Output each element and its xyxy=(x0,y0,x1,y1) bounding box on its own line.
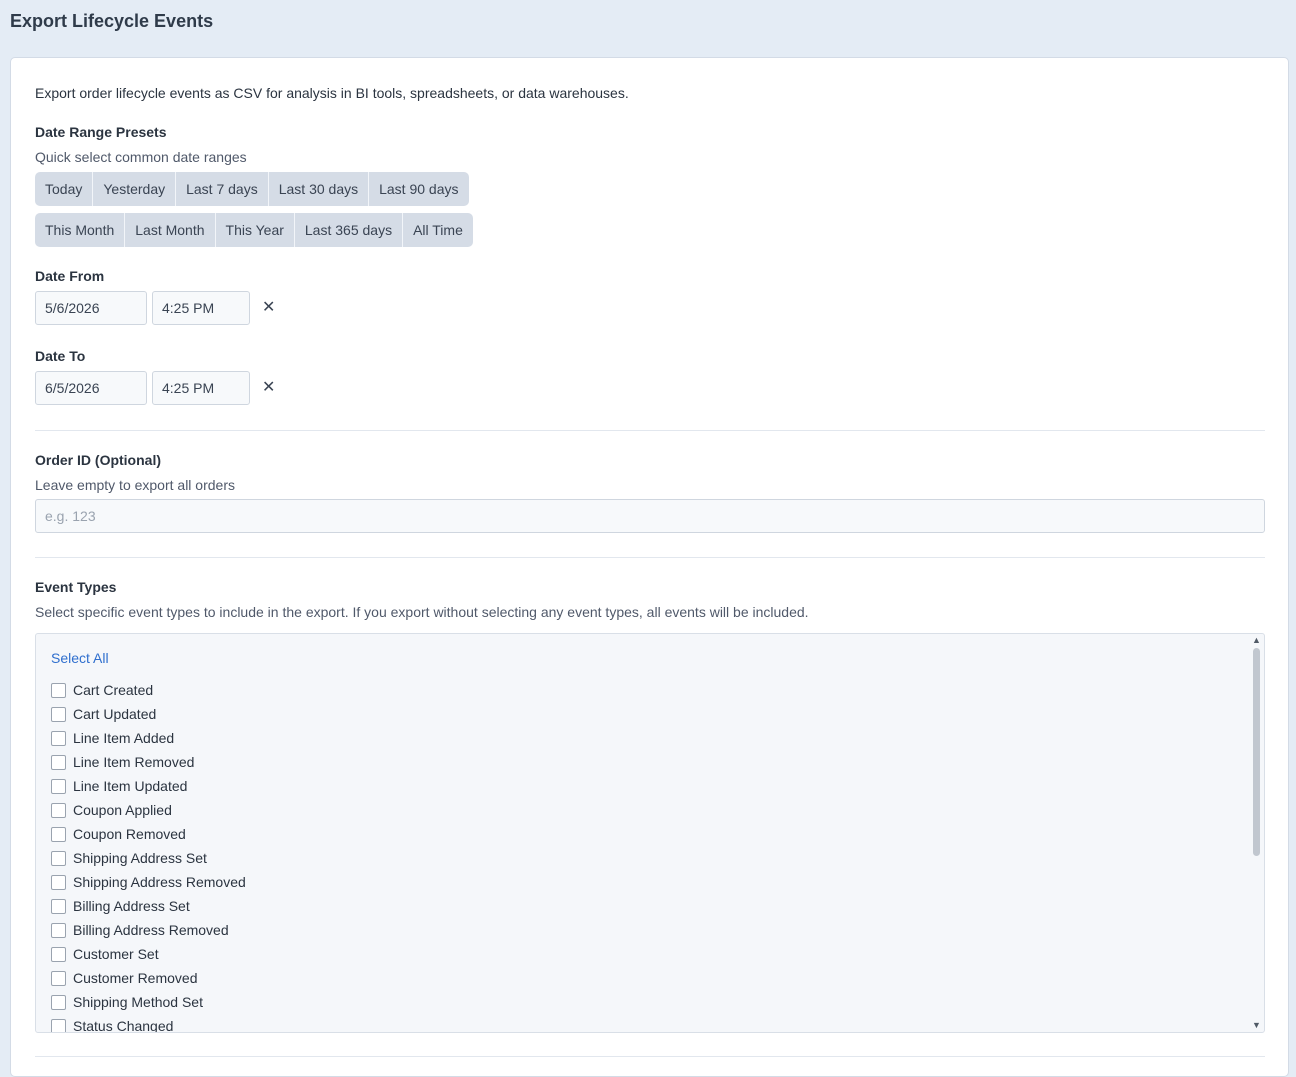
event-type-label: Shipping Address Set xyxy=(73,850,207,866)
order-id-label: Order ID (Optional) xyxy=(35,452,161,468)
date-to-group: Date To 6/5/2026 4:25 PM ✕ xyxy=(35,348,275,405)
date-from-time-input[interactable]: 4:25 PM xyxy=(152,291,250,325)
event-type-item[interactable]: Line Item Added xyxy=(51,726,246,750)
preset-last-month-button[interactable]: Last Month xyxy=(125,213,216,247)
event-types-help: Select specific event types to include i… xyxy=(35,604,809,620)
event-type-item[interactable]: Coupon Applied xyxy=(51,798,246,822)
event-type-checkbox[interactable] xyxy=(51,922,66,938)
event-types-group: Event Types Select specific event types … xyxy=(35,579,1265,1033)
scroll-thumb[interactable] xyxy=(1253,648,1260,856)
event-type-checkbox[interactable] xyxy=(51,682,66,698)
order-id-help: Leave empty to export all orders xyxy=(35,477,235,493)
event-type-item[interactable]: Billing Address Removed xyxy=(51,918,246,942)
event-type-checkbox[interactable] xyxy=(51,898,66,914)
event-type-label: Customer Set xyxy=(73,946,159,962)
event-type-item[interactable]: Status Changed xyxy=(51,1014,246,1033)
select-all-link[interactable]: Select All xyxy=(51,650,109,666)
preset-yesterday-button[interactable]: Yesterday xyxy=(93,172,177,206)
event-type-checkbox[interactable] xyxy=(51,730,66,746)
event-type-label: Line Item Removed xyxy=(73,754,195,770)
event-type-label: Line Item Added xyxy=(73,730,175,746)
event-type-checkbox[interactable] xyxy=(51,874,66,890)
event-type-item[interactable]: Cart Updated xyxy=(51,702,246,726)
date-range-presets: Date Range Presets Quick select common d… xyxy=(35,124,635,254)
event-type-item[interactable]: Billing Address Set xyxy=(51,894,246,918)
section-divider xyxy=(35,557,1265,558)
event-type-label: Shipping Method Set xyxy=(73,994,203,1010)
event-types-list[interactable]: Select All Cart Created Cart Updated Line … xyxy=(35,633,1265,1033)
preset-last-365-days-button[interactable]: Last 365 days xyxy=(294,213,404,247)
event-type-label: Billing Address Removed xyxy=(73,922,229,938)
date-to-time-input[interactable]: 4:25 PM xyxy=(152,371,250,405)
event-type-label: Line Item Updated xyxy=(73,778,188,794)
event-type-item[interactable]: Shipping Address Removed xyxy=(51,870,246,894)
preset-last-7-days-button[interactable]: Last 7 days xyxy=(176,172,269,206)
section-divider xyxy=(35,430,1265,431)
event-type-checkbox[interactable] xyxy=(51,826,66,842)
event-type-label: Status Changed xyxy=(73,1018,174,1033)
event-type-label: Coupon Applied xyxy=(73,802,172,818)
preset-this-year-button[interactable]: This Year xyxy=(215,213,295,247)
scroll-up-icon[interactable]: ▲ xyxy=(1252,636,1261,645)
event-type-item[interactable]: Line Item Updated xyxy=(51,774,246,798)
preset-last-90-days-button[interactable]: Last 90 days xyxy=(369,172,469,206)
page-title: Export Lifecycle Events xyxy=(10,11,214,31)
order-id-group: Order ID (Optional) Leave empty to expor… xyxy=(35,452,1265,533)
event-type-label: Shipping Address Removed xyxy=(73,874,246,890)
event-type-checkbox[interactable] xyxy=(51,754,66,770)
event-type-checkbox[interactable] xyxy=(51,946,66,962)
event-type-item[interactable]: Shipping Address Set xyxy=(51,846,246,870)
preset-row-1: Today Yesterday Last 7 days Last 30 days… xyxy=(35,172,469,206)
date-from-group: Date From 5/6/2026 4:25 PM ✕ xyxy=(35,268,275,325)
event-type-checkbox[interactable] xyxy=(51,994,66,1010)
event-type-checkbox[interactable] xyxy=(51,778,66,794)
event-type-item[interactable]: Cart Created xyxy=(51,678,246,702)
event-type-checkbox[interactable] xyxy=(51,850,66,866)
event-type-label: Cart Created xyxy=(73,682,154,698)
presets-label: Date Range Presets xyxy=(35,124,167,140)
preset-last-30-days-button[interactable]: Last 30 days xyxy=(268,172,370,206)
event-type-checkbox[interactable] xyxy=(51,706,66,722)
event-type-item[interactable]: Line Item Removed xyxy=(51,750,246,774)
event-type-item[interactable]: Customer Removed xyxy=(51,966,246,990)
event-type-checkbox[interactable] xyxy=(51,1018,66,1032)
event-type-label: Coupon Removed xyxy=(73,826,186,842)
event-type-label: Billing Address Set xyxy=(73,898,190,914)
presets-help: Quick select common date ranges xyxy=(35,149,247,165)
event-items: Cart Created Cart Updated Line Item Added L… xyxy=(51,678,246,1033)
export-card: Export order lifecycle events as CSV for… xyxy=(10,57,1289,1077)
date-from-label: Date From xyxy=(35,268,105,284)
date-from-clear-icon[interactable]: ✕ xyxy=(262,300,275,316)
preset-row-2: This Month Last Month This Year Last 365… xyxy=(35,213,473,247)
intro-text: Export order lifecycle events as CSV for… xyxy=(35,85,629,101)
date-to-label: Date To xyxy=(35,348,86,364)
event-types-label: Event Types xyxy=(35,579,117,595)
event-type-checkbox[interactable] xyxy=(51,802,66,818)
event-type-item[interactable]: Shipping Method Set xyxy=(51,990,246,1014)
preset-today-button[interactable]: Today xyxy=(35,172,94,206)
section-divider xyxy=(35,1056,1265,1057)
scroll-down-icon[interactable]: ▼ xyxy=(1252,1021,1261,1030)
event-type-checkbox[interactable] xyxy=(51,970,66,986)
event-type-item[interactable]: Coupon Removed xyxy=(51,822,246,846)
event-type-label: Customer Removed xyxy=(73,970,198,986)
event-type-label: Cart Updated xyxy=(73,706,157,722)
preset-all-time-button[interactable]: All Time xyxy=(403,213,473,247)
date-to-date-input[interactable]: 6/5/2026 xyxy=(35,371,147,405)
event-list-scrollbar[interactable]: ▲ ▼ xyxy=(1249,634,1264,1032)
page-header: Export Lifecycle Events xyxy=(0,0,1296,46)
preset-this-month-button[interactable]: This Month xyxy=(35,213,126,247)
date-from-date-input[interactable]: 5/6/2026 xyxy=(35,291,147,325)
event-type-item[interactable]: Customer Set xyxy=(51,942,246,966)
order-id-input[interactable]: e.g. 123 xyxy=(35,499,1265,533)
date-to-clear-icon[interactable]: ✕ xyxy=(262,380,275,396)
